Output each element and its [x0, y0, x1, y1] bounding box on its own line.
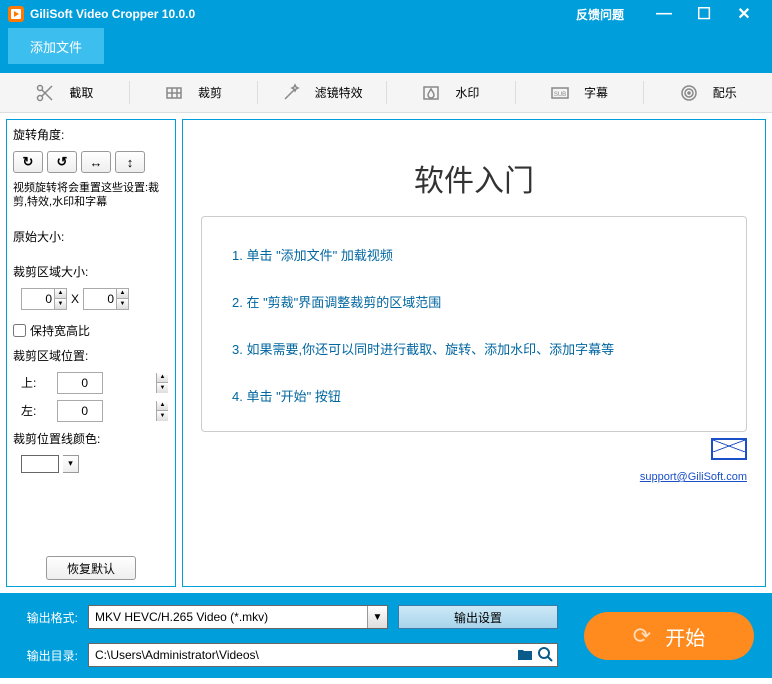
refresh-icon: ⟳ [633, 623, 651, 649]
color-swatch[interactable] [21, 455, 59, 473]
close-button[interactable]: ✕ [724, 4, 764, 24]
guide-step: 1. 单击 "添加文件" 加载视频 [232, 245, 716, 264]
line-color-label: 裁剪位置线颜色: [13, 430, 169, 447]
spin-down[interactable]: ▼ [156, 383, 168, 393]
tab-crop[interactable]: 裁剪 [129, 73, 258, 112]
format-combo[interactable]: ▼ [88, 605, 388, 629]
tab-music[interactable]: 配乐 [643, 73, 772, 112]
music-icon [679, 83, 699, 103]
dir-label: 输出目录: [18, 647, 78, 664]
crop-size-label: 裁剪区域大小: [13, 263, 169, 280]
sidebar-panel: 旋转角度: ↻ ↺ ↔ ↕ 视频旋转将会重置这些设置:裁剪,特效,水印和字幕 原… [6, 119, 176, 587]
subtitle-icon: SUB [550, 83, 570, 103]
spin-down[interactable]: ▼ [156, 411, 168, 421]
rotate-note: 视频旋转将会重置这些设置:裁剪,特效,水印和字幕 [13, 181, 169, 210]
start-button[interactable]: ⟳ 开始 [584, 612, 754, 660]
x-separator: X [71, 292, 79, 306]
footer: 输出格式: ▼ 输出设置 ⟳ 开始 输出目录: [0, 593, 772, 678]
tabs: 截取 裁剪 滤镜特效 水印 SUB 字幕 配乐 [0, 73, 772, 113]
spin-up[interactable]: ▲ [156, 401, 168, 412]
start-label: 开始 [665, 622, 705, 651]
feedback-link[interactable]: 反馈问题 [576, 6, 624, 23]
support-area: support@GiliSoft.com [201, 438, 747, 485]
orig-size-label: 原始大小: [13, 228, 169, 245]
spin-up[interactable]: ▲ [54, 289, 66, 300]
svg-text:SUB: SUB [554, 92, 566, 98]
left-label: 左: [21, 402, 57, 419]
guide-step: 4. 单击 "开始" 按钮 [232, 386, 716, 405]
tab-cut[interactable]: 截取 [0, 73, 129, 112]
keep-ratio-checkbox[interactable] [13, 324, 26, 337]
support-link[interactable]: support@GiliSoft.com [640, 471, 747, 483]
guide-title: 软件入门 [201, 156, 747, 200]
spin-down[interactable]: ▼ [54, 299, 66, 309]
tab-subtitle[interactable]: SUB 字幕 [515, 73, 644, 112]
guide-step: 3. 如果需要,你还可以同时进行截取、旋转、添加水印、添加字幕等 [232, 339, 716, 358]
spin-up[interactable]: ▲ [156, 373, 168, 384]
tab-label: 截取 [69, 84, 93, 101]
chevron-down-icon[interactable]: ▼ [367, 606, 387, 628]
tab-filter[interactable]: 滤镜特效 [257, 73, 386, 112]
flip-v-button[interactable]: ↕ [115, 151, 145, 173]
crop-top-input[interactable] [57, 372, 103, 394]
rotate-ccw-button[interactable]: ↺ [47, 151, 77, 173]
output-settings-button[interactable]: 输出设置 [398, 605, 558, 629]
guide-step: 2. 在 "剪裁"界面调整裁剪的区域范围 [232, 292, 716, 311]
tab-label: 配乐 [713, 84, 737, 101]
tab-label: 字幕 [584, 84, 608, 101]
keep-ratio-row[interactable]: 保持宽高比 [13, 322, 169, 339]
top-label: 上: [21, 374, 57, 391]
guide-box: 1. 单击 "添加文件" 加载视频 2. 在 "剪裁"界面调整裁剪的区域范围 3… [201, 216, 747, 432]
tab-label: 水印 [455, 84, 479, 101]
format-input[interactable] [88, 605, 388, 629]
watermark-icon [421, 83, 441, 103]
tab-watermark[interactable]: 水印 [386, 73, 515, 112]
tab-label: 滤镜特效 [315, 84, 363, 101]
main-panel: 软件入门 1. 单击 "添加文件" 加载视频 2. 在 "剪裁"界面调整裁剪的区… [182, 119, 766, 587]
crop-pos-label: 裁剪区域位置: [13, 347, 169, 364]
search-icon[interactable] [536, 645, 554, 663]
color-dropdown-button[interactable]: ▾ [63, 455, 79, 473]
app-title: GiliSoft Video Cropper 10.0.0 [30, 7, 576, 21]
magic-icon [281, 83, 301, 103]
rotate-label: 旋转角度: [13, 126, 169, 143]
folder-icon[interactable] [516, 645, 534, 663]
app-icon [8, 6, 24, 22]
reset-button[interactable]: 恢复默认 [46, 556, 136, 580]
rotate-cw-button[interactable]: ↻ [13, 151, 43, 173]
spin-down[interactable]: ▼ [116, 299, 128, 309]
mail-icon [711, 438, 747, 460]
crop-left-input[interactable] [57, 400, 103, 422]
spin-up[interactable]: ▲ [116, 289, 128, 300]
minimize-button[interactable]: — [644, 5, 684, 23]
tab-label: 裁剪 [198, 84, 222, 101]
flip-h-button[interactable]: ↔ [81, 151, 111, 173]
maximize-button[interactable]: ☐ [684, 4, 724, 24]
format-label: 输出格式: [18, 609, 78, 626]
scissors-icon [35, 83, 55, 103]
add-file-button[interactable]: 添加文件 [8, 28, 104, 64]
dir-input[interactable] [88, 643, 558, 667]
toolbar: 添加文件 [0, 28, 772, 73]
titlebar: GiliSoft Video Cropper 10.0.0 反馈问题 — ☐ ✕ [0, 0, 772, 28]
crop-icon [164, 83, 184, 103]
keep-ratio-label: 保持宽高比 [30, 322, 90, 339]
